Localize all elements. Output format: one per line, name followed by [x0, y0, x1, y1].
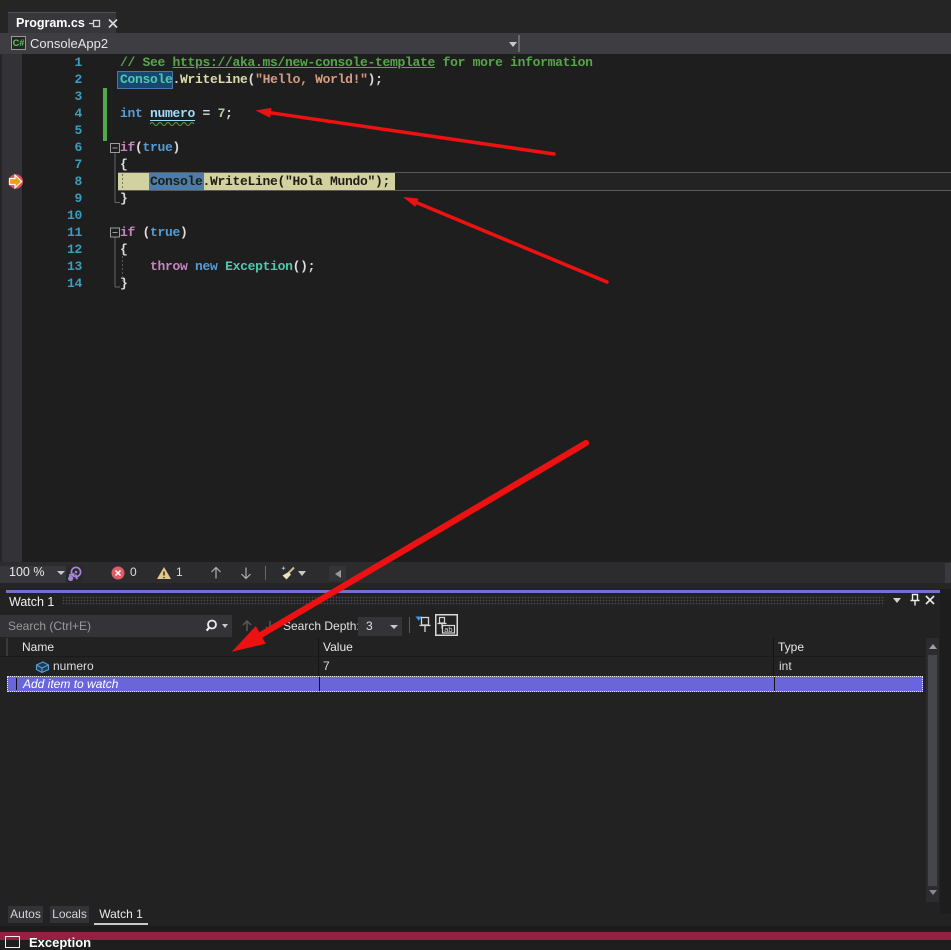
svg-text:ab: ab: [444, 625, 452, 634]
